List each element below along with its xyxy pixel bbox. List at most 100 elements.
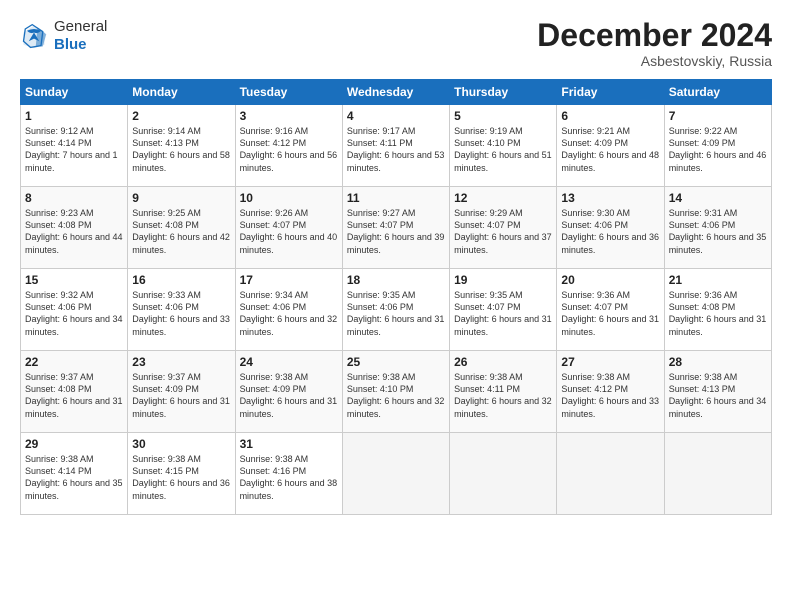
cell-info: Sunrise: 9:38 AMSunset: 4:14 PMDaylight:… [25,454,123,500]
cell-info: Sunrise: 9:26 AMSunset: 4:07 PMDaylight:… [240,208,338,254]
cell-info: Sunrise: 9:36 AMSunset: 4:07 PMDaylight:… [561,290,659,336]
calendar-cell: 28 Sunrise: 9:38 AMSunset: 4:13 PMDayligh… [664,351,771,433]
day-number: 15 [25,273,123,287]
cell-info: Sunrise: 9:16 AMSunset: 4:12 PMDaylight:… [240,126,338,172]
location: Asbestovskiy, Russia [537,53,772,69]
day-number: 1 [25,109,123,123]
logo-text: General Blue [54,18,107,54]
day-number: 28 [669,355,767,369]
cell-info: Sunrise: 9:38 AMSunset: 4:09 PMDaylight:… [240,372,338,418]
calendar-cell: 30 Sunrise: 9:38 AMSunset: 4:15 PMDayligh… [128,433,235,515]
cell-info: Sunrise: 9:32 AMSunset: 4:06 PMDaylight:… [25,290,123,336]
calendar-week-4: 22Sunrise: 9:37 AMSunset: 4:08 PMDayligh… [21,351,772,433]
calendar-cell: 18 Sunrise: 9:35 AMSunset: 4:06 PMDayligh… [342,269,449,351]
day-number: 30 [132,437,230,451]
cell-info: Sunrise: 9:37 AMSunset: 4:08 PMDaylight:… [25,372,123,418]
day-number: 16 [132,273,230,287]
cell-info: Sunrise: 9:25 AMSunset: 4:08 PMDaylight:… [132,208,230,254]
day-number: 18 [347,273,445,287]
calendar-page: General Blue December 2024 Asbestovskiy,… [0,0,792,612]
weekday-header-friday: Friday [557,80,664,105]
cell-info: Sunrise: 9:33 AMSunset: 4:06 PMDaylight:… [132,290,230,336]
calendar-cell: 9 Sunrise: 9:25 AMSunset: 4:08 PMDaylight… [128,187,235,269]
cell-info: Sunrise: 9:30 AMSunset: 4:06 PMDaylight:… [561,208,659,254]
calendar-cell: 7 Sunrise: 9:22 AMSunset: 4:09 PMDaylight… [664,105,771,187]
calendar-cell: 13 Sunrise: 9:30 AMSunset: 4:06 PMDayligh… [557,187,664,269]
day-number: 10 [240,191,338,205]
cell-info: Sunrise: 9:38 AMSunset: 4:16 PMDaylight:… [240,454,338,500]
day-number: 3 [240,109,338,123]
weekday-header-row: SundayMondayTuesdayWednesdayThursdayFrid… [21,80,772,105]
calendar-cell [342,433,449,515]
day-number: 8 [25,191,123,205]
calendar-cell: 17Sunrise: 9:34 AMSunset: 4:06 PMDayligh… [235,269,342,351]
cell-info: Sunrise: 9:17 AMSunset: 4:11 PMDaylight:… [347,126,445,172]
calendar-cell: 6Sunrise: 9:21 AMSunset: 4:09 PMDaylight… [557,105,664,187]
calendar-cell: 15 Sunrise: 9:32 AMSunset: 4:06 PMDayligh… [21,269,128,351]
weekday-header-monday: Monday [128,80,235,105]
title-section: December 2024 Asbestovskiy, Russia [537,18,772,69]
calendar-cell: 24Sunrise: 9:38 AMSunset: 4:09 PMDayligh… [235,351,342,433]
calendar-cell: 25Sunrise: 9:38 AMSunset: 4:10 PMDayligh… [342,351,449,433]
cell-info: Sunrise: 9:37 AMSunset: 4:09 PMDaylight:… [132,372,230,418]
calendar-week-2: 8 Sunrise: 9:23 AMSunset: 4:08 PMDaylight… [21,187,772,269]
day-number: 31 [240,437,338,451]
cell-info: Sunrise: 9:19 AMSunset: 4:10 PMDaylight:… [454,126,552,172]
day-number: 29 [25,437,123,451]
calendar-cell: 5 Sunrise: 9:19 AMSunset: 4:10 PMDaylight… [450,105,557,187]
calendar-cell: 29 Sunrise: 9:38 AMSunset: 4:14 PMDayligh… [21,433,128,515]
day-number: 13 [561,191,659,205]
day-number: 5 [454,109,552,123]
calendar-cell: 19Sunrise: 9:35 AMSunset: 4:07 PMDayligh… [450,269,557,351]
weekday-header-wednesday: Wednesday [342,80,449,105]
day-number: 12 [454,191,552,205]
calendar-cell: 22Sunrise: 9:37 AMSunset: 4:08 PMDayligh… [21,351,128,433]
weekday-header-sunday: Sunday [21,80,128,105]
cell-info: Sunrise: 9:23 AMSunset: 4:08 PMDaylight:… [25,208,123,254]
calendar-week-1: 1 Sunrise: 9:12 AMSunset: 4:14 PMDaylight… [21,105,772,187]
calendar-cell: 3 Sunrise: 9:16 AMSunset: 4:12 PMDaylight… [235,105,342,187]
day-number: 27 [561,355,659,369]
calendar-cell: 8 Sunrise: 9:23 AMSunset: 4:08 PMDaylight… [21,187,128,269]
logo-icon [20,22,48,50]
calendar-table: SundayMondayTuesdayWednesdayThursdayFrid… [20,79,772,515]
calendar-cell: 12 Sunrise: 9:29 AMSunset: 4:07 PMDayligh… [450,187,557,269]
calendar-cell: 4Sunrise: 9:17 AMSunset: 4:11 PMDaylight… [342,105,449,187]
header: General Blue December 2024 Asbestovskiy,… [20,18,772,69]
cell-info: Sunrise: 9:29 AMSunset: 4:07 PMDaylight:… [454,208,552,254]
calendar-cell: 10 Sunrise: 9:26 AMSunset: 4:07 PMDayligh… [235,187,342,269]
day-number: 7 [669,109,767,123]
month-title: December 2024 [537,18,772,53]
calendar-cell: 23Sunrise: 9:37 AMSunset: 4:09 PMDayligh… [128,351,235,433]
cell-info: Sunrise: 9:35 AMSunset: 4:06 PMDaylight:… [347,290,445,336]
cell-info: Sunrise: 9:14 AMSunset: 4:13 PMDaylight:… [132,126,230,172]
day-number: 21 [669,273,767,287]
calendar-cell [557,433,664,515]
calendar-cell [664,433,771,515]
day-number: 14 [669,191,767,205]
calendar-cell: 16 Sunrise: 9:33 AMSunset: 4:06 PMDayligh… [128,269,235,351]
day-number: 11 [347,191,445,205]
calendar-cell: 27Sunrise: 9:38 AMSunset: 4:12 PMDayligh… [557,351,664,433]
cell-info: Sunrise: 9:38 AMSunset: 4:11 PMDaylight:… [454,372,552,418]
day-number: 17 [240,273,338,287]
calendar-week-5: 29 Sunrise: 9:38 AMSunset: 4:14 PMDayligh… [21,433,772,515]
cell-info: Sunrise: 9:12 AMSunset: 4:14 PMDaylight:… [25,126,118,172]
cell-info: Sunrise: 9:22 AMSunset: 4:09 PMDaylight:… [669,126,767,172]
calendar-cell: 20 Sunrise: 9:36 AMSunset: 4:07 PMDayligh… [557,269,664,351]
day-number: 9 [132,191,230,205]
day-number: 6 [561,109,659,123]
calendar-cell: 2 Sunrise: 9:14 AMSunset: 4:13 PMDaylight… [128,105,235,187]
cell-info: Sunrise: 9:38 AMSunset: 4:13 PMDaylight:… [669,372,767,418]
cell-info: Sunrise: 9:38 AMSunset: 4:15 PMDaylight:… [132,454,230,500]
day-number: 20 [561,273,659,287]
weekday-header-thursday: Thursday [450,80,557,105]
cell-info: Sunrise: 9:27 AMSunset: 4:07 PMDaylight:… [347,208,445,254]
calendar-cell: 11 Sunrise: 9:27 AMSunset: 4:07 PMDayligh… [342,187,449,269]
calendar-cell: 31 Sunrise: 9:38 AMSunset: 4:16 PMDayligh… [235,433,342,515]
day-number: 19 [454,273,552,287]
day-number: 2 [132,109,230,123]
logo: General Blue [20,18,107,54]
weekday-header-tuesday: Tuesday [235,80,342,105]
cell-info: Sunrise: 9:38 AMSunset: 4:10 PMDaylight:… [347,372,445,418]
